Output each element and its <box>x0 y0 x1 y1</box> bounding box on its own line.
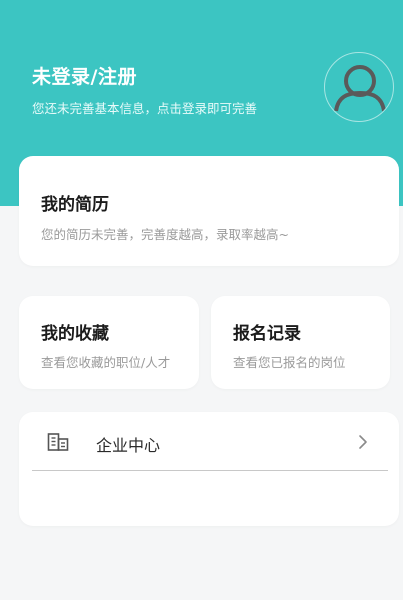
building-icon <box>47 433 69 451</box>
chevron-right-icon <box>359 435 367 449</box>
profile-page: 未登录/注册 您还未完善基本信息，点击登录即可完善 我的简历 您的简历未完善，完… <box>0 0 403 600</box>
menu-item-label: 企业中心 <box>96 436 161 455</box>
records-title: 报名记录 <box>233 324 301 344</box>
resume-description: 您的简历未完善，完善度越高，录取率越高~ <box>41 227 289 242</box>
resume-title: 我的简历 <box>41 195 109 215</box>
menu-card: 企业中心 <box>19 412 399 526</box>
my-resume-card[interactable]: 我的简历 您的简历未完善，完善度越高，录取率越高~ <box>19 156 399 266</box>
favorites-title: 我的收藏 <box>41 324 109 344</box>
my-favorites-card[interactable]: 我的收藏 查看您收藏的职位/人才 <box>19 296 199 389</box>
application-records-card[interactable]: 报名记录 查看您已报名的岗位 <box>211 296 390 389</box>
login-register-link[interactable]: 未登录/注册 <box>32 62 137 89</box>
divider <box>32 470 388 471</box>
menu-item-enterprise-center[interactable]: 企业中心 <box>19 412 399 470</box>
login-hint: 您还未完善基本信息，点击登录即可完善 <box>32 101 258 116</box>
user-avatar-icon[interactable] <box>324 52 394 122</box>
records-description: 查看您已报名的岗位 <box>233 355 346 370</box>
favorites-description: 查看您收藏的职位/人才 <box>41 355 171 370</box>
